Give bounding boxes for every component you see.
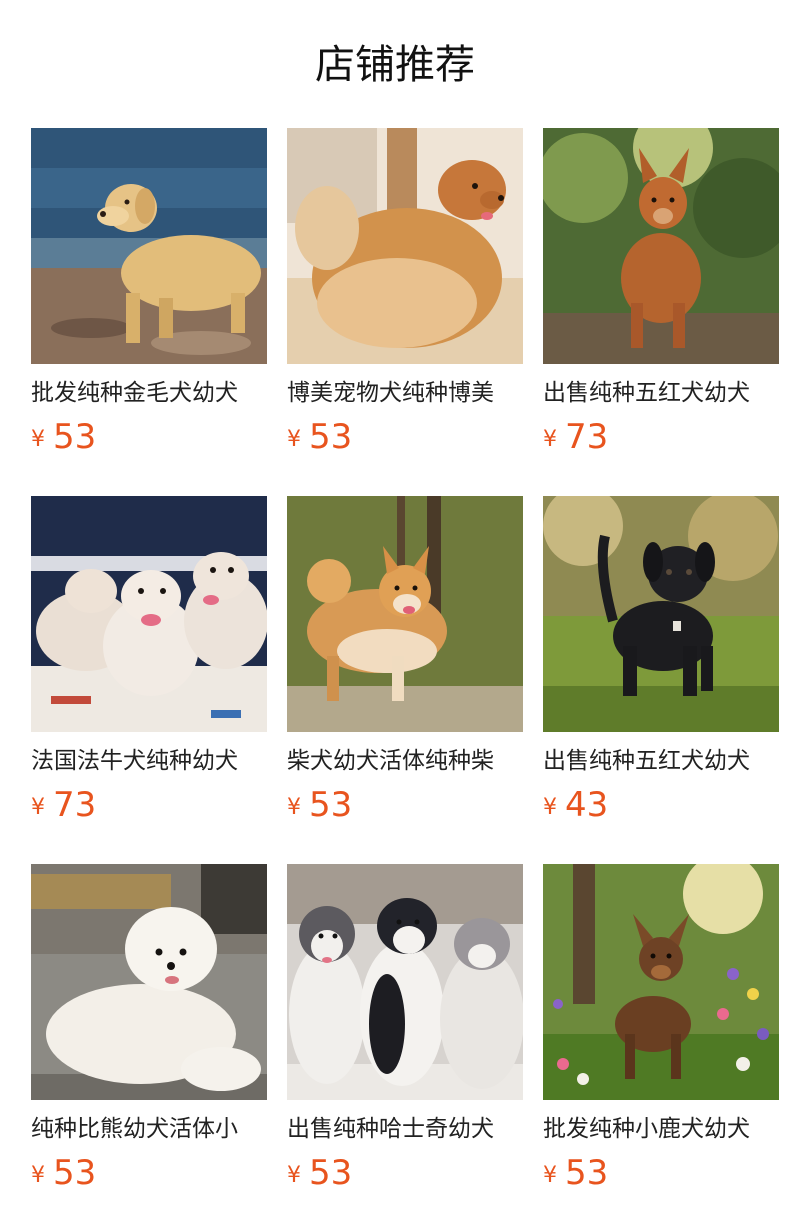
product-price: ¥43 bbox=[543, 783, 608, 827]
product-name[interactable]: 纯种比熊幼犬活体小 bbox=[31, 1114, 267, 1144]
product-price: ¥53 bbox=[31, 415, 96, 459]
product-name[interactable]: 批发纯种小鹿犬幼犬 bbox=[543, 1114, 779, 1144]
product-name[interactable]: 出售纯种五红犬幼犬 bbox=[543, 746, 779, 776]
section-title: 店铺推荐 bbox=[315, 42, 475, 88]
product-price: ¥53 bbox=[31, 1151, 96, 1195]
product-card[interactable]: 博美宠物犬纯种博美 ¥53 bbox=[287, 128, 523, 457]
product-name[interactable]: 批发纯种金毛犬幼犬 bbox=[31, 378, 267, 408]
price-amount: 53 bbox=[53, 417, 97, 457]
product-grid: 批发纯种金毛犬幼犬 ¥53 博美宠物犬纯种博美 ¥ 53 出售纯种五红犬幼犬 ¥… bbox=[31, 128, 779, 1193]
price-amount: 73 bbox=[53, 785, 97, 825]
currency-symbol: ¥ bbox=[543, 427, 557, 452]
product-price: ¥73 bbox=[31, 783, 96, 827]
currency-symbol: ¥ bbox=[287, 427, 301, 452]
price-amount: 53 bbox=[309, 417, 353, 457]
red-dog-forest-photo[interactable] bbox=[543, 128, 779, 364]
product-name[interactable]: 博美宠物犬纯种博美 bbox=[287, 378, 523, 408]
product-name[interactable]: 出售纯种五红犬幼犬 bbox=[543, 378, 779, 408]
price-amount: 53 bbox=[565, 1153, 609, 1193]
miniature-pinscher-flowers-photo[interactable] bbox=[543, 864, 779, 1100]
price-amount: 53 bbox=[309, 785, 353, 825]
product-price: ¥53 bbox=[287, 1151, 352, 1195]
currency-symbol: ¥ bbox=[287, 1163, 301, 1188]
product-card[interactable]: 纯种比熊幼犬活体小 ¥53 bbox=[31, 864, 267, 1193]
product-card[interactable]: 出售纯种哈士奇幼犬 ¥53 bbox=[287, 864, 523, 1193]
currency-symbol: ¥ bbox=[543, 795, 557, 820]
currency-symbol: ¥ bbox=[287, 795, 301, 820]
currency-symbol: ¥ bbox=[31, 427, 45, 452]
pomeranian-photo[interactable] bbox=[287, 128, 523, 364]
recommend-page: 店铺推荐 批发纯种金毛犬幼犬 ¥ 53 博美宠物犬纯种博美 ¥ 53 出售纯种五… bbox=[0, 0, 790, 1232]
currency-symbol: ¥ bbox=[543, 1163, 557, 1188]
product-card[interactable]: 法国法牛犬纯种幼犬 ¥73 bbox=[31, 496, 267, 825]
currency-symbol: ¥ bbox=[31, 1163, 45, 1188]
french-bulldog-puppies-photo[interactable] bbox=[31, 496, 267, 732]
price-amount: 53 bbox=[309, 1153, 353, 1193]
black-puppy-grass-photo[interactable] bbox=[543, 496, 779, 732]
product-card[interactable]: 批发纯种小鹿犬幼犬 ¥53 bbox=[543, 864, 779, 1193]
product-card[interactable]: 出售纯种五红犬幼犬 ¥73 bbox=[543, 128, 779, 457]
price-amount: 53 bbox=[53, 1153, 97, 1193]
product-price: ¥53 bbox=[287, 783, 352, 827]
product-price: ¥53 bbox=[543, 1151, 608, 1195]
product-card[interactable]: 柴犬幼犬活体纯种柴 ¥53 bbox=[287, 496, 523, 825]
shiba-inu-photo[interactable] bbox=[287, 496, 523, 732]
husky-puppies-photo[interactable] bbox=[287, 864, 523, 1100]
currency-symbol: ¥ bbox=[31, 795, 45, 820]
price-amount: 73 bbox=[565, 417, 609, 457]
product-price: ¥73 bbox=[543, 415, 608, 459]
product-name[interactable]: 法国法牛犬纯种幼犬 bbox=[31, 746, 267, 776]
golden-retriever-photo[interactable] bbox=[31, 128, 267, 364]
product-card[interactable]: 批发纯种金毛犬幼犬 ¥53 bbox=[31, 128, 267, 457]
product-name[interactable]: 出售纯种哈士奇幼犬 bbox=[287, 1114, 523, 1144]
product-name[interactable]: 柴犬幼犬活体纯种柴 bbox=[287, 746, 523, 776]
product-price: ¥53 bbox=[287, 415, 352, 459]
price-amount: 43 bbox=[565, 785, 609, 825]
product-card[interactable]: 出售纯种五红犬幼犬 ¥43 bbox=[543, 496, 779, 825]
bichon-frise-photo[interactable] bbox=[31, 864, 267, 1100]
